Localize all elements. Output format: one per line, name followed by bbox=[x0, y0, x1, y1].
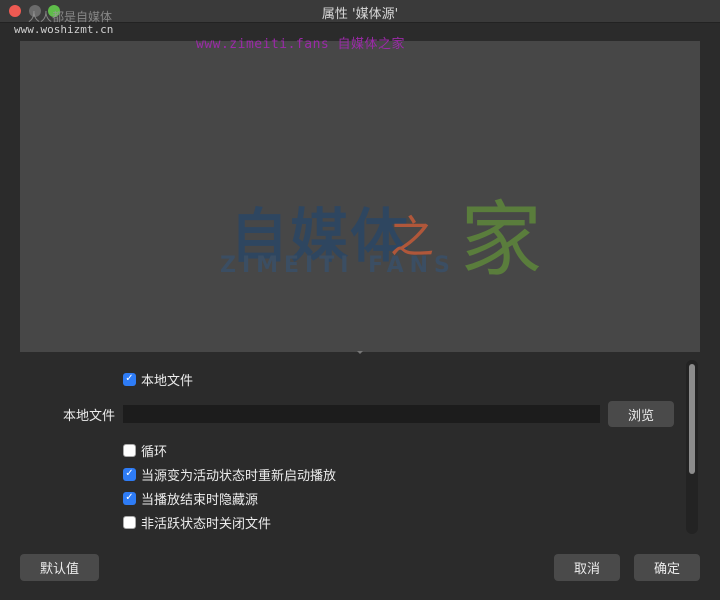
restart-on-activate-label: 当源变为活动状态时重新启动播放 bbox=[141, 468, 337, 484]
loop-checkbox-label: 循环 bbox=[141, 444, 168, 460]
defaults-button[interactable]: 默认值 bbox=[20, 554, 99, 581]
hide-on-end-label: 当播放结束时隐藏源 bbox=[141, 492, 259, 508]
checkbox-unchecked-icon[interactable] bbox=[123, 515, 136, 529]
checkbox-checked-icon[interactable]: ✓ bbox=[123, 491, 136, 505]
properties-scrollbar[interactable] bbox=[686, 360, 698, 534]
properties-panel bbox=[20, 356, 686, 536]
watermark-purple: www.zimeiti.fans 自媒体之家 bbox=[196, 37, 406, 52]
checkbox-unchecked-icon[interactable] bbox=[123, 443, 136, 457]
browse-button[interactable]: 浏览 bbox=[608, 401, 674, 427]
restart-on-activate-checkbox-row[interactable]: ✓ 当源变为活动状态时重新启动播放 bbox=[123, 465, 337, 484]
local-file-path-input[interactable] bbox=[123, 405, 600, 423]
checkbox-checked-icon[interactable]: ✓ bbox=[123, 467, 136, 481]
splitter-handle[interactable] bbox=[357, 351, 363, 354]
local-file-label: 本地文件 bbox=[62, 409, 115, 424]
ok-button[interactable]: 确定 bbox=[634, 554, 700, 581]
local-file-checkbox-label: 本地文件 bbox=[141, 373, 194, 389]
close-when-inactive-checkbox-row[interactable]: 非活跃状态时关闭文件 bbox=[123, 513, 272, 532]
preview-logo-en: ZIMEITI FANS bbox=[220, 253, 456, 278]
loop-checkbox-row[interactable]: 循环 bbox=[123, 441, 168, 460]
preview-logo-jia: 家 bbox=[460, 193, 543, 288]
local-file-checkbox-row[interactable]: ✓ 本地文件 bbox=[123, 370, 194, 389]
cancel-button[interactable]: 取消 bbox=[554, 554, 620, 581]
close-when-inactive-label: 非活跃状态时关闭文件 bbox=[141, 516, 272, 532]
hide-on-end-checkbox-row[interactable]: ✓ 当播放结束时隐藏源 bbox=[123, 489, 259, 508]
source-preview: 自媒体 之 家 ZIMEITI FANS bbox=[20, 41, 700, 352]
scrollbar-thumb[interactable] bbox=[689, 364, 695, 474]
watermark-site: www.woshizmt.cn bbox=[14, 23, 114, 36]
checkbox-checked-icon[interactable]: ✓ bbox=[123, 372, 136, 386]
